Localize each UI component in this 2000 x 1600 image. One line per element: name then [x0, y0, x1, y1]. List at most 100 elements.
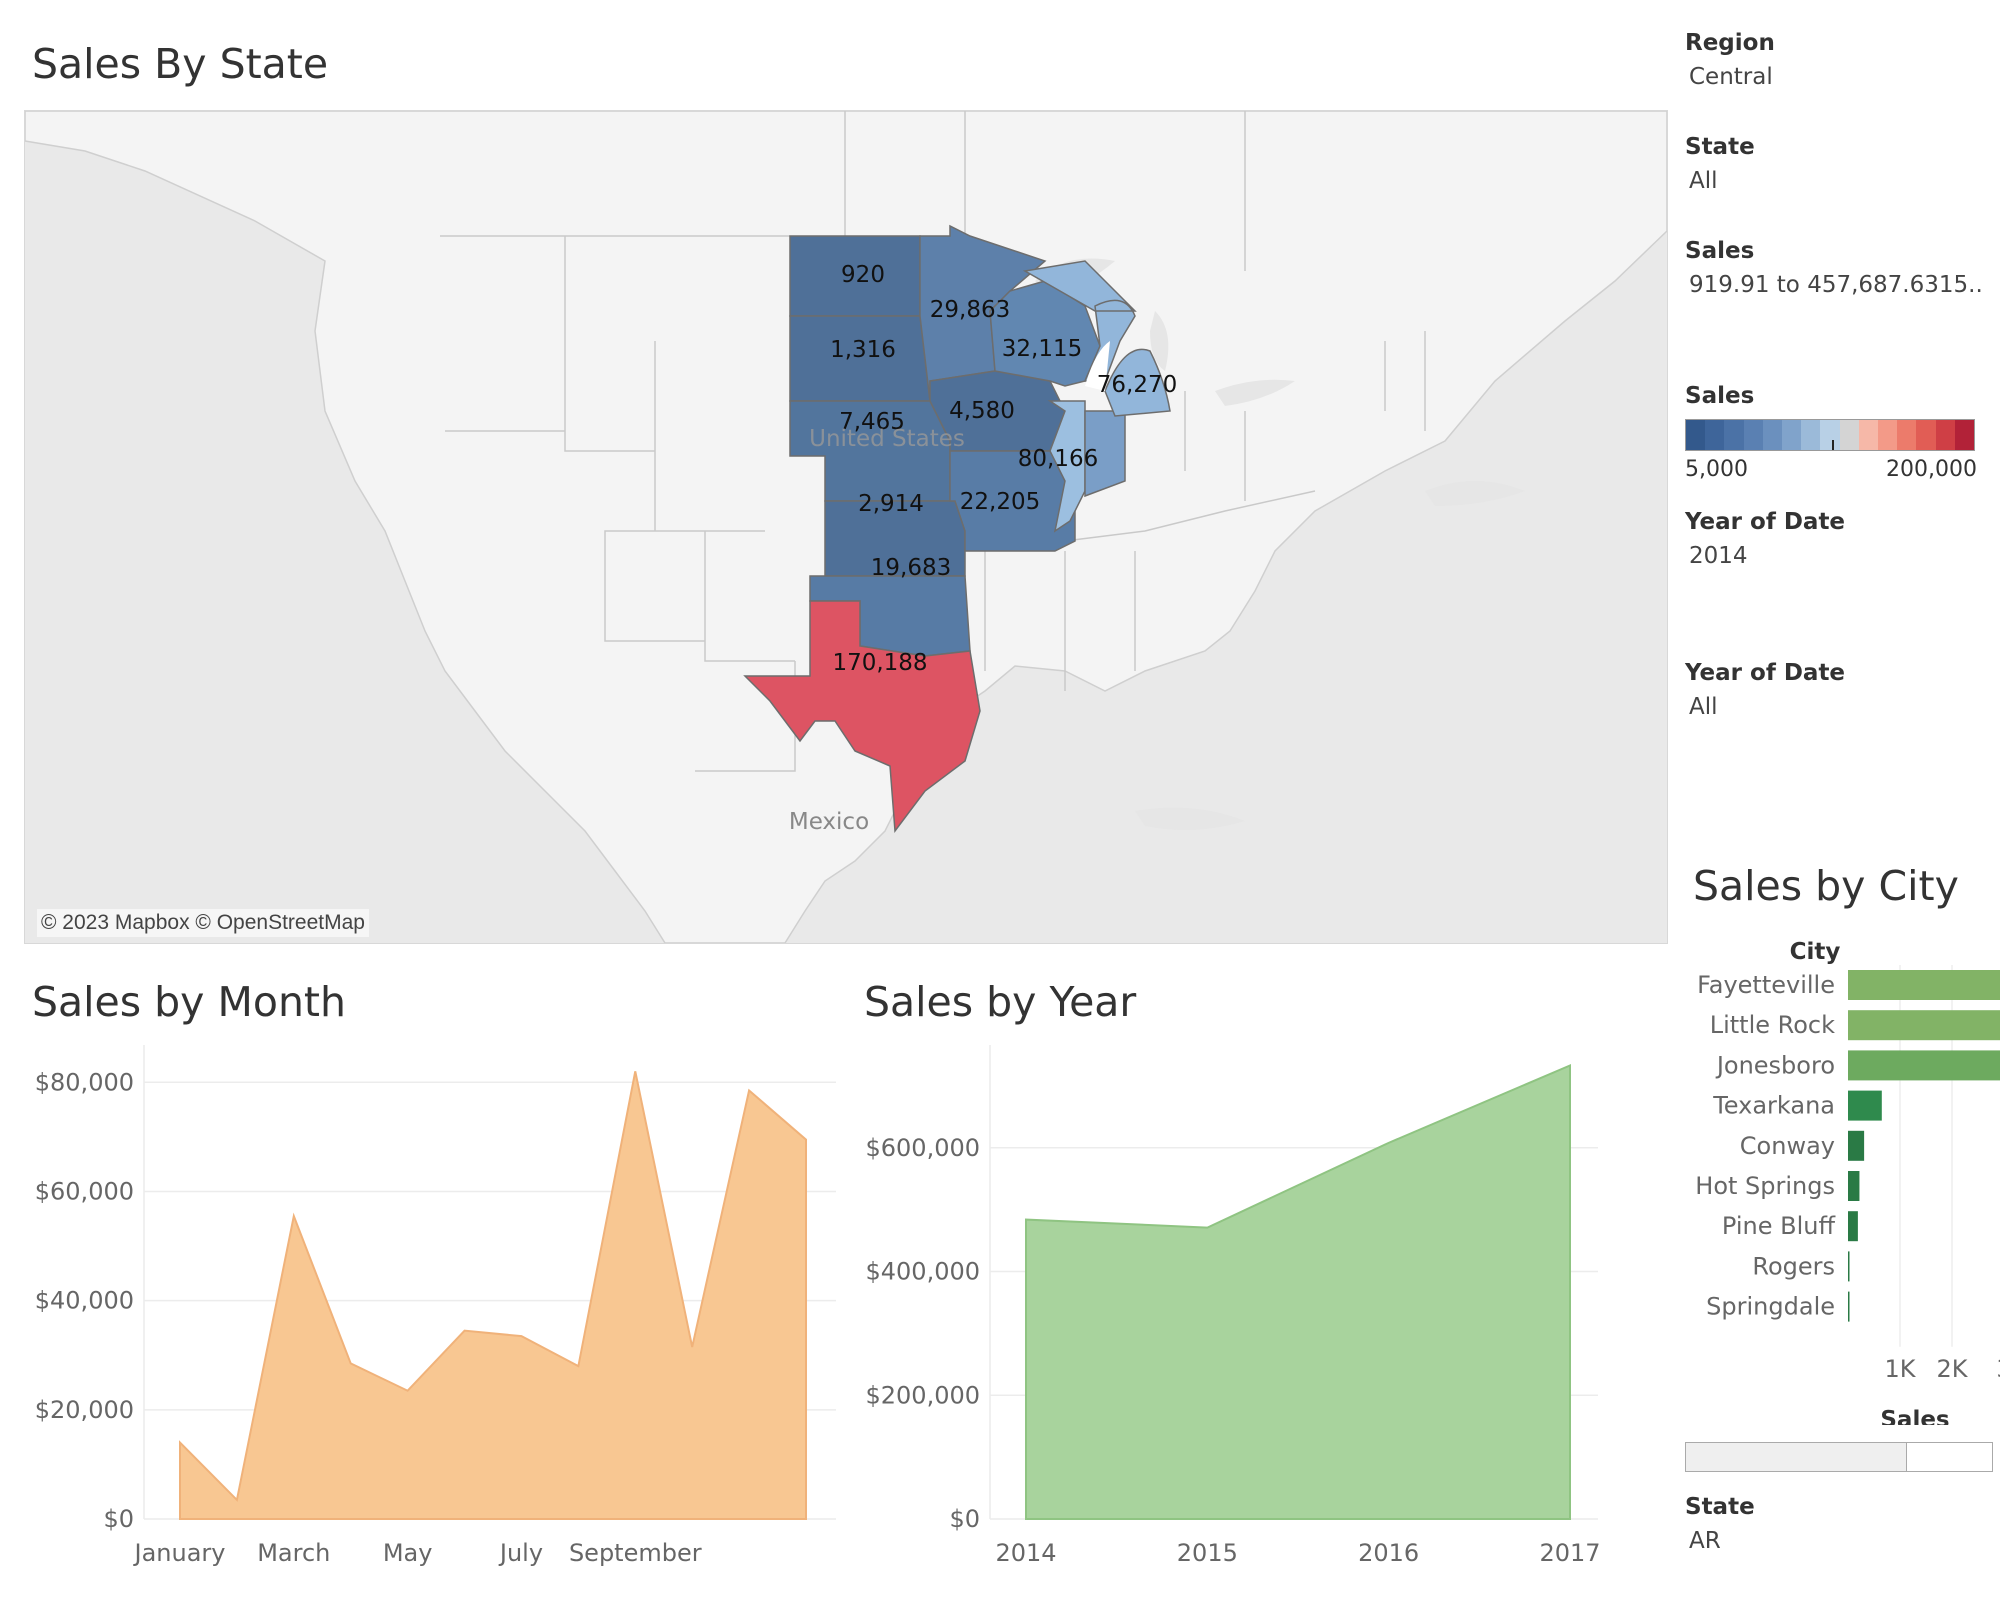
filter-year-1-label: Year of Date [1685, 509, 1846, 535]
legend-swatch [1858, 420, 1879, 450]
city-bar[interactable] [1848, 1291, 1850, 1322]
legend-color-ramp [1685, 419, 1975, 451]
label-mo: 22,205 [960, 489, 1040, 515]
state-map[interactable]: 920 1,316 7,465 2,914 19,683 170,188 29,… [24, 110, 1668, 944]
label-nd: 920 [841, 262, 885, 288]
city-bar[interactable] [1848, 1010, 2000, 1041]
city-label: Rogers [1752, 1252, 1835, 1280]
year-chart-title: Sales by Year [864, 978, 1137, 1026]
filter-state-2-value[interactable]: AR [1689, 1528, 1985, 1554]
x-tick-label: 2017 [1539, 1539, 1600, 1567]
legend-swatch [1686, 420, 1706, 450]
city-bar[interactable] [1848, 1251, 1850, 1282]
map-attribution[interactable]: © 2023 Mapbox © OpenStreetMap [37, 909, 369, 937]
filter-year-1[interactable]: Year of Date 2014 [1685, 509, 1985, 569]
area-series[interactable] [179, 1071, 807, 1520]
filter-sales-label: Sales [1685, 238, 1755, 264]
x-tick-label: 2016 [1358, 1539, 1419, 1567]
city-scrollbar-thumb[interactable] [1686, 1443, 1907, 1471]
city-chart-title: Sales by City [1693, 862, 1959, 910]
month-chart-title: Sales by Month [32, 978, 346, 1026]
label-sd: 1,316 [830, 337, 896, 363]
filter-sales[interactable]: Sales 919.91 to 457,687.6315.. [1685, 238, 1985, 298]
legend-max: 200,000 [1886, 457, 1977, 482]
y-tick-label: $40,000 [35, 1287, 134, 1315]
legend-marker [1832, 440, 1834, 450]
legend-swatch [1705, 420, 1725, 450]
city-label: Jonesboro [1715, 1051, 1835, 1079]
data-point[interactable] [518, 1333, 524, 1339]
data-point[interactable] [234, 1497, 240, 1503]
filter-sales-value[interactable]: 919.91 to 457,687.6315.. [1689, 272, 1985, 298]
legend-min: 5,000 [1685, 457, 1748, 482]
data-point[interactable] [405, 1388, 411, 1394]
x-tick-label: September [569, 1539, 702, 1567]
city-bar[interactable] [1848, 1211, 1858, 1242]
data-point[interactable] [1386, 1140, 1392, 1146]
data-point[interactable] [803, 1137, 809, 1143]
label-country-us: United States [809, 426, 965, 452]
city-label: Texarkana [1712, 1092, 1835, 1120]
filter-state[interactable]: State All [1685, 134, 1985, 194]
filter-year-2[interactable]: Year of Date All [1685, 660, 1985, 720]
filter-state-2[interactable]: State AR [1685, 1494, 1985, 1554]
filter-region[interactable]: Region Central [1685, 30, 1985, 90]
y-tick-label: $0 [949, 1505, 980, 1533]
y-tick-label: $20,000 [35, 1396, 134, 1424]
data-point[interactable] [1204, 1225, 1210, 1231]
x-tick-label: March [257, 1539, 330, 1567]
legend-swatch [1801, 420, 1821, 450]
filter-state-2-label: State [1685, 1494, 1755, 1520]
data-point[interactable] [575, 1363, 581, 1369]
x-tick-label: July [498, 1539, 543, 1567]
y-tick-label: $200,000 [865, 1381, 980, 1409]
y-tick-label: $80,000 [35, 1068, 134, 1096]
legend-label: Sales [1685, 383, 1755, 409]
legend-swatch [1897, 420, 1917, 450]
x-tick-label: 1K [1884, 1355, 1916, 1383]
city-label: Conway [1740, 1132, 1835, 1160]
city-scrollbar[interactable] [1685, 1442, 1993, 1472]
data-point[interactable] [1023, 1217, 1029, 1223]
city-label: Little Rock [1710, 1011, 1835, 1039]
legend-swatch [1743, 420, 1763, 450]
data-point[interactable] [177, 1440, 183, 1446]
data-point[interactable] [291, 1213, 297, 1219]
y-tick-label: $60,000 [35, 1177, 134, 1205]
sales-color-legend: Sales 5,000 200,000 [1685, 383, 1985, 482]
city-bar[interactable] [1848, 1130, 1865, 1161]
year-area-chart[interactable]: $0 $200,000 $400,000 $600,000 2014 2015 2016 20… [858, 1035, 1618, 1590]
legend-swatch [1916, 420, 1936, 450]
data-point[interactable] [689, 1344, 695, 1350]
filter-year-2-value[interactable]: All [1689, 694, 1985, 720]
month-area-chart[interactable]: $0 $20,000 $40,000 $60,000 $80,000 January Mar… [24, 1035, 844, 1590]
y-tick-label: $600,000 [865, 1134, 980, 1162]
city-bar[interactable] [1848, 1050, 2000, 1081]
data-point[interactable] [746, 1087, 752, 1093]
area-series[interactable] [1025, 1064, 1571, 1520]
data-point[interactable] [462, 1328, 468, 1334]
y-tick-label: $0 [103, 1505, 134, 1533]
city-bar[interactable] [1848, 970, 2000, 1000]
label-il: 80,166 [1018, 446, 1098, 472]
city-bar[interactable] [1848, 1090, 1882, 1121]
data-point[interactable] [1567, 1063, 1573, 1069]
legend-swatch [1878, 420, 1898, 450]
x-tick-label: January [133, 1539, 226, 1567]
y-tick-label: $400,000 [865, 1258, 980, 1286]
filter-year-1-value[interactable]: 2014 [1689, 543, 1985, 569]
x-tick-label: 3 [1996, 1355, 2000, 1383]
x-tick-label: May [383, 1539, 433, 1567]
city-bar-chart[interactable]: City Fayetteville Little Rock Jonesboro Texa… [1685, 925, 2000, 1425]
filter-state-value[interactable]: All [1689, 168, 1985, 194]
data-point[interactable] [632, 1068, 638, 1074]
legend-swatch [1839, 420, 1859, 450]
city-x-axis-title: Sales [1880, 1407, 1949, 1425]
filter-year-2-label: Year of Date [1685, 660, 1846, 686]
city-bar[interactable] [1848, 1171, 1860, 1201]
legend-swatch [1724, 420, 1744, 450]
data-point[interactable] [348, 1360, 354, 1366]
map-canvas[interactable]: 920 1,316 7,465 2,914 19,683 170,188 29,… [25, 111, 1667, 943]
label-wi: 32,115 [1002, 336, 1082, 362]
filter-region-value[interactable]: Central [1689, 64, 1985, 90]
